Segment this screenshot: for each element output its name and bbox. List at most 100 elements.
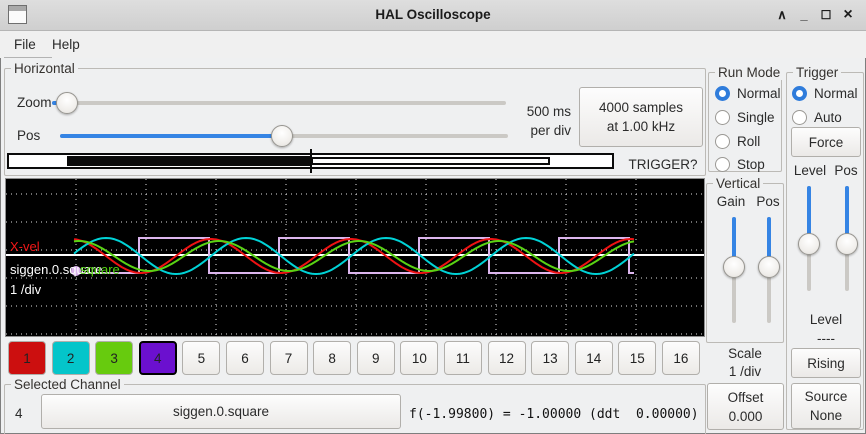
run-mode-frame-label: Run Mode [715,65,783,80]
record-view-region [311,157,551,165]
trigger-normal-radio[interactable]: Normal [792,85,858,102]
menu-file[interactable]: File [10,34,40,56]
horizontal-pos-slider[interactable] [60,125,508,147]
offset-button-line2: 0.000 [729,407,763,426]
run-mode-stop-label: Stop [737,157,765,172]
channel-button-5[interactable]: 5 [182,341,220,375]
pos-slider-knob[interactable] [271,125,293,147]
trigger-frame: Trigger Normal Auto Force Level Pos Leve… [786,72,864,430]
zoom-slider[interactable] [52,92,506,114]
vertical-gain-knob[interactable] [723,256,745,278]
shade-icon[interactable]: ∧ [772,0,792,30]
run-mode-normal-radio[interactable]: Normal [715,85,781,102]
trigger-pos-slider[interactable] [836,186,858,291]
radio-dot-icon [792,110,807,125]
vertical-pos-label: Pos [753,194,783,209]
maximize-icon[interactable]: ☐ [816,0,836,30]
force-button[interactable]: Force [791,127,861,157]
hal-oscilloscope-window: HAL Oscilloscope ∧ _ ☐ × File Help Horiz… [0,0,866,434]
channel-button-9[interactable]: 9 [357,341,395,375]
trigger-level-slider[interactable] [798,186,820,291]
radio-dot-icon [715,110,730,125]
title-bar: HAL Oscilloscope ∧ _ ☐ × [0,0,866,31]
scope-ghost-label: square [80,262,120,277]
trigger-auto-radio[interactable]: Auto [792,109,842,126]
channel-button-row: 12345678910111213141516 [8,341,700,375]
vertical-slider-labels: Gain Pos [709,194,783,209]
run-mode-stop-radio[interactable]: Stop [715,156,765,173]
channel-button-3[interactable]: 3 [95,341,133,375]
scope-canvas [6,179,704,336]
trigger-level-knob[interactable] [798,233,820,255]
trigger-slider-labels: Level Pos [789,163,863,178]
channel-button-8[interactable]: 8 [313,341,351,375]
selected-channel-number: 4 [15,406,23,421]
offset-button-line1: Offset [728,388,764,407]
close-icon[interactable]: × [838,0,858,30]
trigger-level-label: Level [789,163,831,178]
run-mode-roll-label: Roll [737,134,760,149]
offset-button[interactable]: Offset 0.000 [707,383,784,430]
channel-button-2[interactable]: 2 [52,341,90,375]
channel-button-11[interactable]: 11 [444,341,482,375]
channel-button-1[interactable]: 1 [8,341,46,375]
timebase-value: 500 ms [501,102,571,121]
channel-button-4[interactable]: 4 [139,341,177,375]
window-title: HAL Oscilloscope [0,0,866,30]
channel-button-12[interactable]: 12 [488,341,526,375]
vertical-pos-knob[interactable] [758,256,780,278]
minimize-icon[interactable]: _ [794,0,814,30]
radio-dot-icon [715,157,730,172]
trigger-level-caption: Level [787,312,865,327]
zoom-slider-knob[interactable] [56,92,78,114]
scale-value: 1 /div [706,364,784,379]
samples-button[interactable]: 4000 samples at 1.00 kHz [579,87,703,147]
trigger-auto-label: Auto [814,110,842,125]
timebase-readout: 500 ms per div [501,102,571,140]
trigger-source-button-line1: Source [805,387,848,406]
trigger-pos-knob[interactable] [836,233,858,255]
menu-help[interactable]: Help [48,34,84,56]
channel-button-14[interactable]: 14 [575,341,613,375]
channel-value-readout: f(-1.99800) = -1.00000 (ddt 0.00000) [409,407,699,422]
vertical-frame-label: Vertical [713,176,763,191]
trigger-pos-label: Pos [831,163,861,178]
radio-dot-icon [792,86,807,101]
channel-button-15[interactable]: 15 [618,341,656,375]
pos-slider-fill [60,134,282,138]
run-mode-single-label: Single [737,110,775,125]
record-cursor [310,149,312,173]
channel-name-button[interactable]: siggen.0.square [41,394,401,429]
scope-scale-label: 1 /div [10,282,41,297]
scale-caption: Scale [706,346,784,361]
samples-button-line1: 4000 samples [599,98,683,117]
trigger-source-button[interactable]: Source None [791,383,861,429]
trigger-edge-button[interactable]: Rising [791,348,861,378]
channel-button-16[interactable]: 16 [662,341,700,375]
radio-dot-icon [715,86,730,101]
samples-button-line2: at 1.00 kHz [607,117,675,136]
scope-channel-label: X-vel [10,239,40,254]
run-mode-roll-radio[interactable]: Roll [715,133,760,150]
trigger-question-label: TRIGGER? [623,157,703,172]
run-mode-single-radio[interactable]: Single [715,109,775,126]
run-mode-normal-label: Normal [737,86,781,101]
vertical-gain-label: Gain [709,194,753,209]
horizontal-frame: Horizontal Zoom Pos 500 ms per div 4000 … [4,68,706,176]
zoom-slider-track [52,101,506,105]
channel-button-13[interactable]: 13 [531,341,569,375]
channel-button-6[interactable]: 6 [226,341,264,375]
channel-button-7[interactable]: 7 [270,341,308,375]
menu-underline [4,57,52,58]
selected-channel-frame: Selected Channel 4 siggen.0.square f(-1.… [4,384,706,434]
trigger-source-button-line2: None [810,406,842,425]
vertical-pos-slider[interactable] [758,217,780,323]
vertical-gain-slider[interactable] [723,217,745,323]
menu-bar: File Help [0,31,866,58]
timebase-units: per div [501,121,571,140]
vertical-frame: Vertical Gain Pos [706,183,784,343]
trigger-level-value: ---- [787,331,865,346]
record-position-bar [7,153,614,169]
channel-button-10[interactable]: 10 [400,341,438,375]
zoom-label: Zoom [17,95,52,110]
